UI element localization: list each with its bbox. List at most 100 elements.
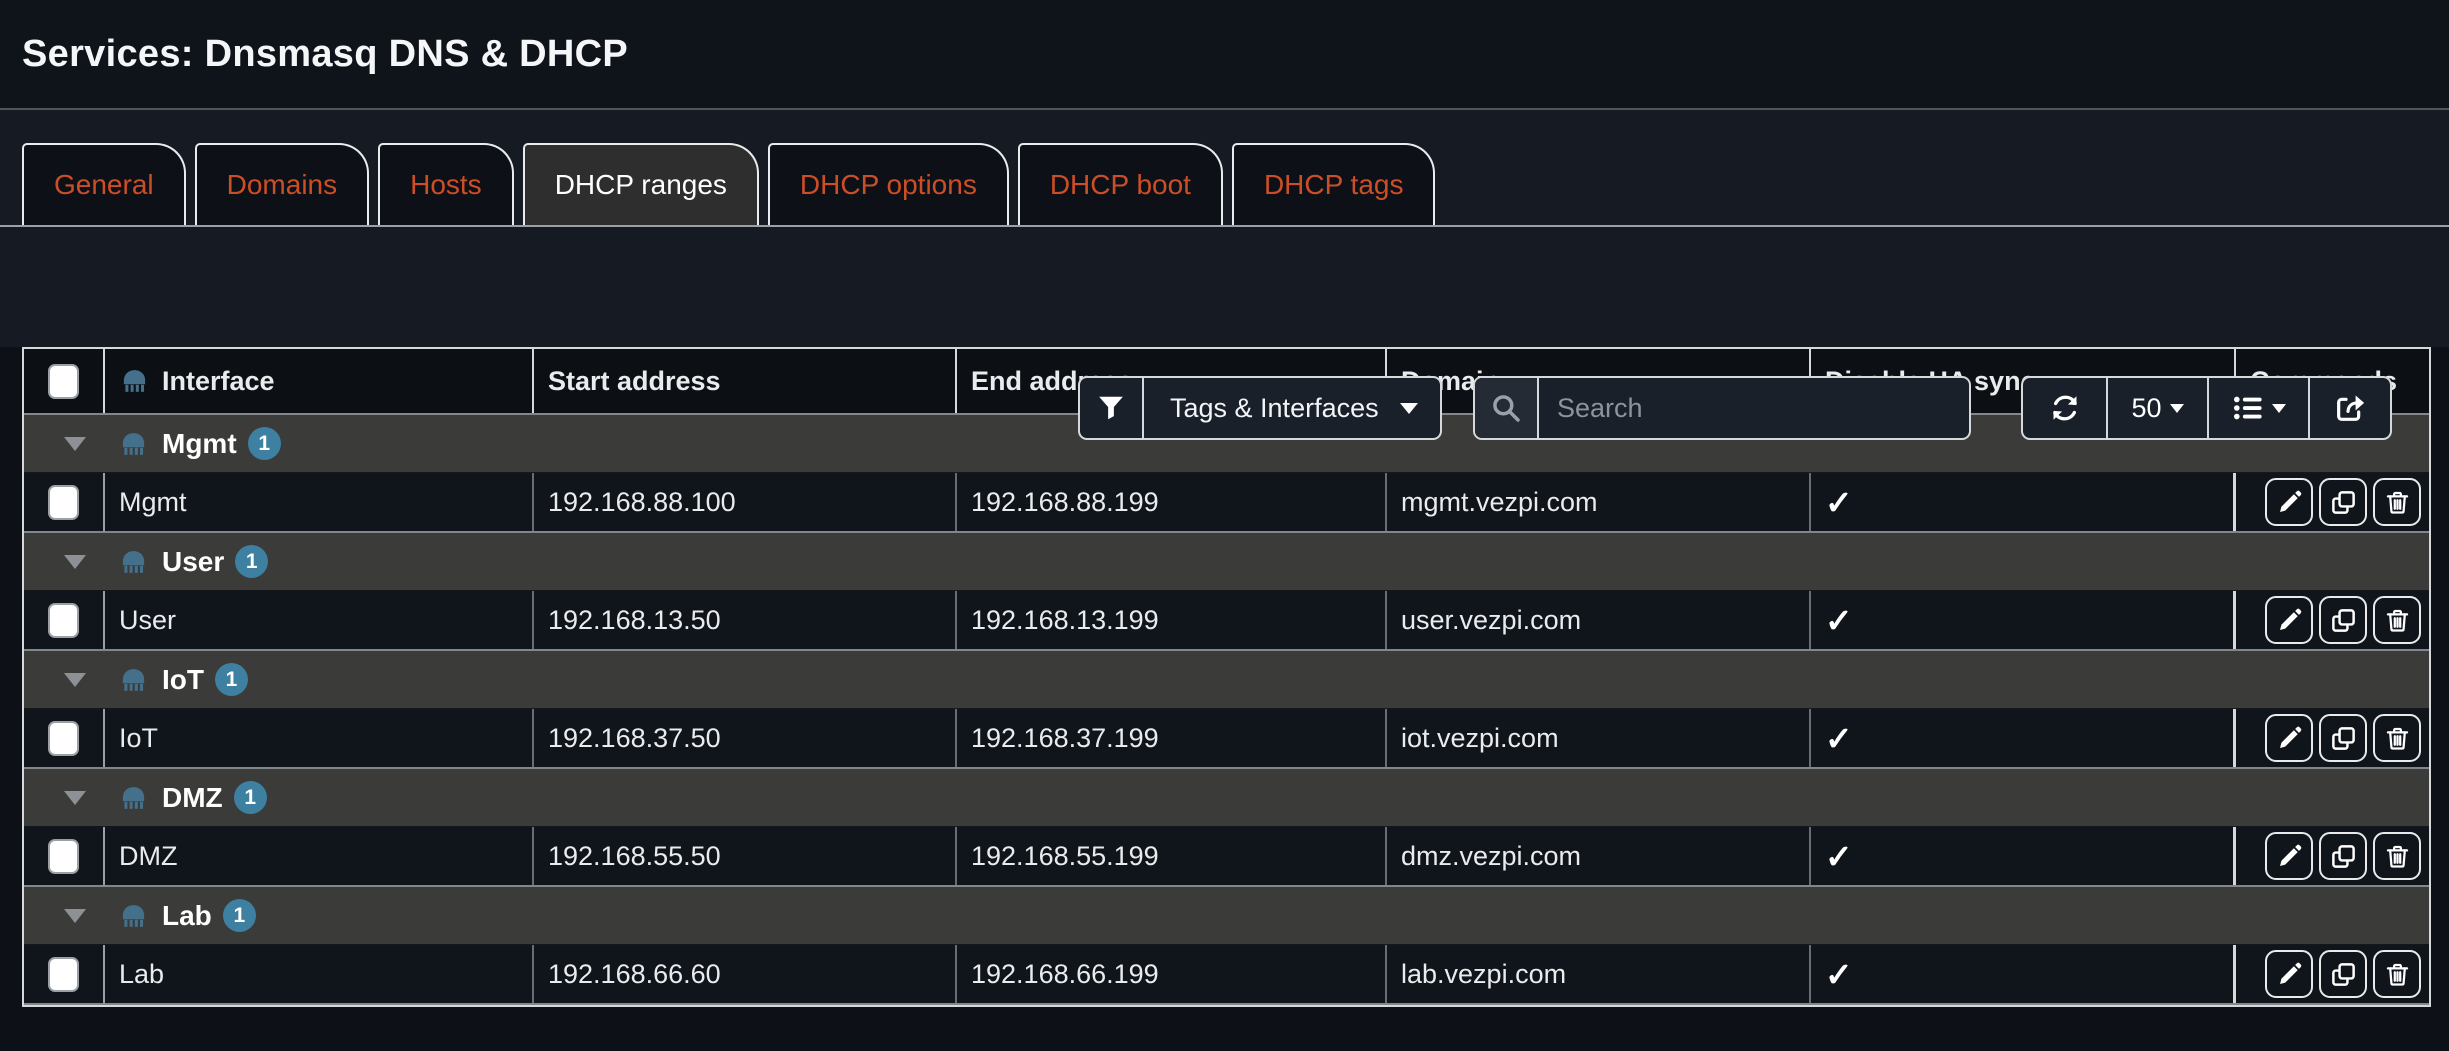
clone-button[interactable] bbox=[2319, 714, 2367, 762]
clone-icon bbox=[2330, 843, 2357, 870]
ethernet-icon bbox=[118, 903, 149, 929]
cell-start-address: 192.168.37.50 bbox=[534, 709, 957, 767]
row-checkbox[interactable] bbox=[48, 839, 79, 874]
clone-button[interactable] bbox=[2319, 596, 2367, 644]
column-header-start-address[interactable]: Start address bbox=[534, 349, 957, 413]
clone-icon bbox=[2330, 489, 2357, 516]
cell-commands bbox=[2236, 473, 2429, 531]
cell-interface: IoT bbox=[105, 709, 534, 767]
tab-dhcp-boot[interactable]: DHCP boot bbox=[1018, 143, 1223, 225]
ethernet-icon bbox=[118, 431, 149, 457]
pencil-icon bbox=[2276, 725, 2303, 752]
column-header-interface[interactable]: Interface bbox=[105, 349, 534, 413]
cell-start-address: 192.168.55.50 bbox=[534, 827, 957, 885]
delete-button[interactable] bbox=[2373, 950, 2421, 998]
cell-commands bbox=[2236, 709, 2429, 767]
clone-button[interactable] bbox=[2319, 832, 2367, 880]
cell-interface: DMZ bbox=[105, 827, 534, 885]
trash-icon bbox=[2384, 843, 2411, 870]
ethernet-icon bbox=[118, 785, 149, 811]
row-checkbox[interactable] bbox=[48, 603, 79, 638]
row-select-cell bbox=[24, 591, 105, 649]
delete-button[interactable] bbox=[2373, 478, 2421, 526]
chevron-down-icon bbox=[64, 673, 86, 687]
page-size-value: 50 bbox=[2131, 393, 2161, 424]
ethernet-icon bbox=[118, 549, 149, 575]
group-label: Mgmt bbox=[162, 428, 237, 460]
filter-icon bbox=[1080, 378, 1144, 438]
select-all-cell bbox=[24, 349, 105, 413]
ethernet-icon bbox=[118, 667, 149, 693]
group-row-lab[interactable]: Lab 1 bbox=[24, 887, 2429, 945]
table-actions: 50 bbox=[2021, 376, 2392, 440]
columns-dropdown[interactable] bbox=[2209, 378, 2310, 438]
group-row-user[interactable]: User 1 bbox=[24, 533, 2429, 591]
row-select-cell bbox=[24, 473, 105, 531]
row-checkbox[interactable] bbox=[48, 957, 79, 992]
group-row-iot[interactable]: IoT 1 bbox=[24, 651, 2429, 709]
group-label: Lab bbox=[162, 900, 212, 932]
export-button[interactable] bbox=[2310, 378, 2390, 438]
clone-button[interactable] bbox=[2319, 478, 2367, 526]
tab-general[interactable]: General bbox=[22, 143, 186, 225]
tab-dhcp-ranges[interactable]: DHCP ranges bbox=[523, 143, 759, 225]
edit-button[interactable] bbox=[2265, 714, 2313, 762]
cell-disable-ha-sync: ✓ bbox=[1811, 591, 2236, 649]
pencil-icon bbox=[2276, 489, 2303, 516]
tab-hosts[interactable]: Hosts bbox=[378, 143, 514, 225]
edit-button[interactable] bbox=[2265, 832, 2313, 880]
cell-commands bbox=[2236, 827, 2429, 885]
group-count-badge: 1 bbox=[223, 899, 256, 932]
clone-icon bbox=[2330, 725, 2357, 752]
table-row: DMZ 192.168.55.50 192.168.55.199 dmz.vez… bbox=[24, 827, 2429, 887]
group-row-dmz[interactable]: DMZ 1 bbox=[24, 769, 2429, 827]
delete-button[interactable] bbox=[2373, 714, 2421, 762]
list-columns-icon bbox=[2232, 392, 2264, 424]
cell-disable-ha-sync: ✓ bbox=[1811, 709, 2236, 767]
trash-icon bbox=[2384, 725, 2411, 752]
page-size-dropdown[interactable]: 50 bbox=[2108, 378, 2209, 438]
group-count-badge: 1 bbox=[235, 545, 268, 578]
refresh-button[interactable] bbox=[2023, 378, 2108, 438]
trash-icon bbox=[2384, 489, 2411, 516]
row-select-cell bbox=[24, 945, 105, 1003]
filter-dropdown[interactable]: Tags & Interfaces bbox=[1078, 376, 1442, 440]
group-count-badge: 1 bbox=[215, 663, 248, 696]
trash-icon bbox=[2384, 961, 2411, 988]
cell-start-address: 192.168.66.60 bbox=[534, 945, 957, 1003]
delete-button[interactable] bbox=[2373, 596, 2421, 644]
cell-start-address: 192.168.88.100 bbox=[534, 473, 957, 531]
group-label: DMZ bbox=[162, 782, 223, 814]
chevron-down-icon bbox=[64, 437, 86, 451]
cell-disable-ha-sync: ✓ bbox=[1811, 945, 2236, 1003]
dhcp-ranges-table: Interface Start address End address Doma… bbox=[22, 347, 2431, 1007]
chevron-down-icon bbox=[64, 555, 86, 569]
group-count-badge: 1 bbox=[248, 427, 281, 460]
tab-domains[interactable]: Domains bbox=[195, 143, 369, 225]
search-input[interactable] bbox=[1539, 378, 1969, 438]
select-all-checkbox[interactable] bbox=[48, 364, 79, 399]
dnsmasq-page: Services: Dnsmasq DNS & DHCP General Dom… bbox=[0, 0, 2449, 1051]
clone-button[interactable] bbox=[2319, 950, 2367, 998]
tab-dhcp-options[interactable]: DHCP options bbox=[768, 143, 1009, 225]
edit-button[interactable] bbox=[2265, 596, 2313, 644]
cell-start-address: 192.168.13.50 bbox=[534, 591, 957, 649]
chevron-down-icon bbox=[2170, 404, 2184, 413]
cell-domain: iot.vezpi.com bbox=[1387, 709, 1811, 767]
delete-button[interactable] bbox=[2373, 832, 2421, 880]
cell-end-address: 192.168.55.199 bbox=[957, 827, 1387, 885]
cell-disable-ha-sync: ✓ bbox=[1811, 827, 2236, 885]
cell-interface: Lab bbox=[105, 945, 534, 1003]
tab-content-panel: Tags & Interfaces 50 bbox=[0, 347, 2449, 1051]
edit-button[interactable] bbox=[2265, 478, 2313, 526]
tab-bar: General Domains Hosts DHCP ranges DHCP o… bbox=[0, 110, 2449, 227]
edit-button[interactable] bbox=[2265, 950, 2313, 998]
pencil-icon bbox=[2276, 843, 2303, 870]
search-box bbox=[1473, 376, 1971, 440]
cell-end-address: 192.168.37.199 bbox=[957, 709, 1387, 767]
cell-commands bbox=[2236, 945, 2429, 1003]
row-checkbox[interactable] bbox=[48, 485, 79, 520]
tab-dhcp-tags[interactable]: DHCP tags bbox=[1232, 143, 1436, 225]
row-checkbox[interactable] bbox=[48, 721, 79, 756]
table-row: IoT 192.168.37.50 192.168.37.199 iot.vez… bbox=[24, 709, 2429, 769]
